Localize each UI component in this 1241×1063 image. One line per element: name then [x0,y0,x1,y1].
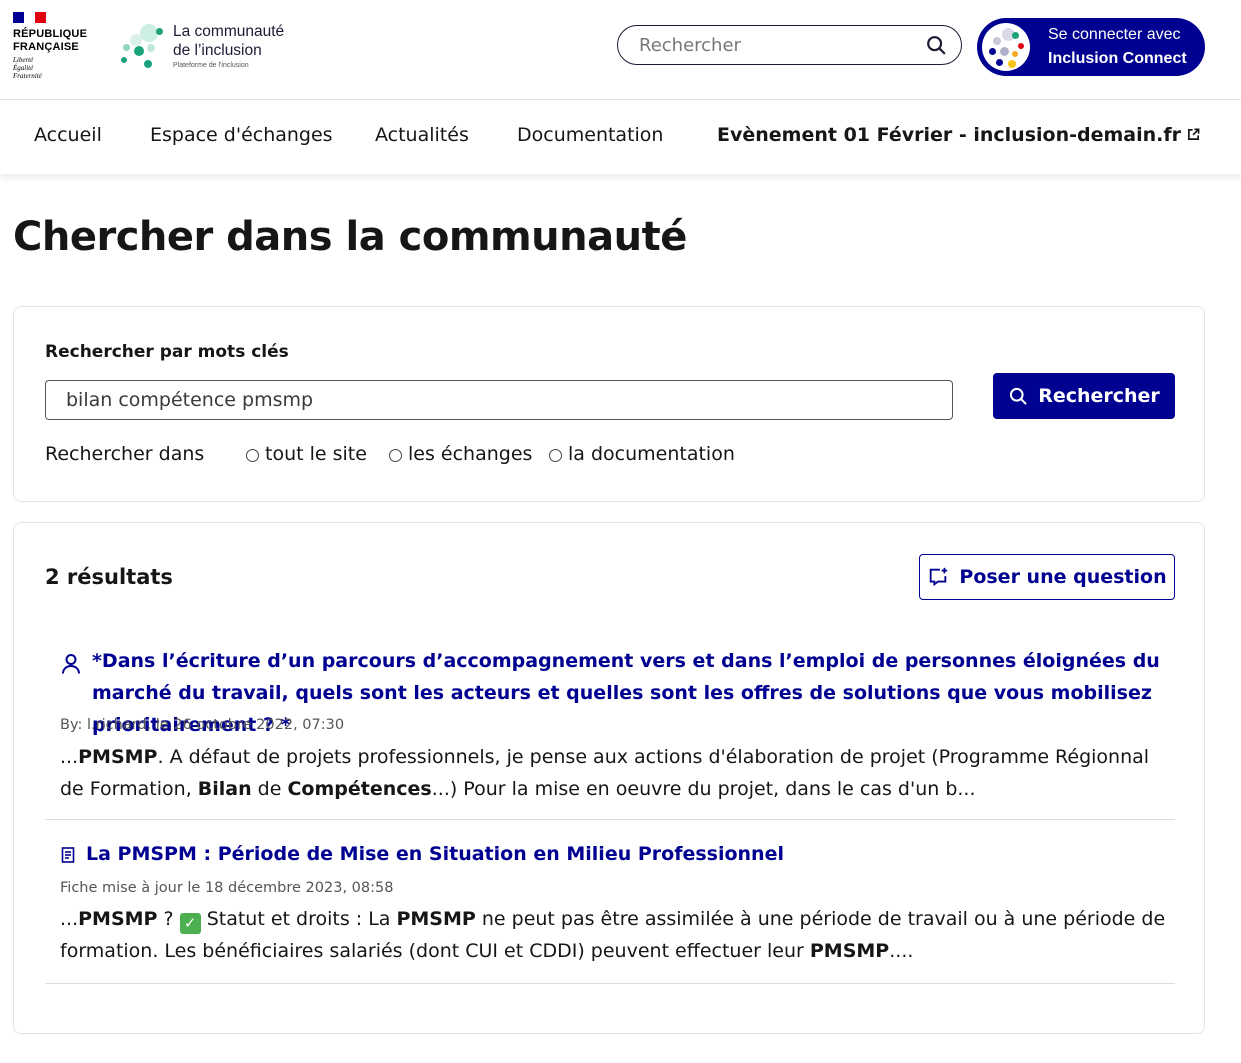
nav-item-actualites[interactable]: Actualités [375,124,469,146]
result-meta: By: l.richard, le 26 octobre 2022, 07:30 [60,717,345,733]
result-meta: Fiche mise à jour le 18 décembre 2023, 0… [60,880,394,896]
connect-label-line2: Inclusion Connect [1048,50,1187,67]
nav-item-accueil[interactable]: Accueil [34,124,102,146]
search-icon[interactable] [925,34,947,56]
scope-radio-les-echanges[interactable]: les échanges [389,443,532,465]
gov-motto: Liberté Égalité Fraternité [13,56,103,80]
search-submit-label: Rechercher [1038,385,1160,407]
radio-circle-icon [549,449,562,462]
scope-radio-label: la documentation [568,443,735,465]
keywords-input[interactable] [45,380,953,420]
nav-item-evenement[interactable]: Evènement 01 Février - inclusion-demain.… [717,124,1200,146]
republique-francaise-logo[interactable]: RÉPUBLIQUE FRANÇAISE Liberté Égalité Fra… [13,12,103,82]
inclusion-connect-logo-icon [982,23,1030,71]
brand-subtitle: Plateforme de l'inclusion [173,62,249,69]
result-title-link[interactable]: La PMSPM : Période de Mise en Situation … [86,838,784,870]
main-nav: Accueil Espace d'échanges Actualités Doc… [0,100,1241,174]
radio-circle-icon [389,449,402,462]
gov-name-line2: FRANÇAISE [13,41,79,53]
radio-circle-icon [246,449,259,462]
result-excerpt: ...PMSMP ? ✓ Statut et droits : La PMSMP… [60,908,1166,962]
site-header: RÉPUBLIQUE FRANÇAISE Liberté Égalité Fra… [0,0,1241,100]
motto-egalite: Égalité [13,64,34,72]
ask-question-label: Poser une question [959,566,1167,588]
header-search-input[interactable] [639,34,925,56]
result-excerpt: ...PMSMP. A défaut de projets profession… [60,746,1150,800]
gov-name-line1: RÉPUBLIQUE [13,28,88,40]
search-submit-button[interactable]: Rechercher [993,373,1175,419]
external-link-icon [1188,128,1200,140]
ask-question-button[interactable]: Poser une question [919,554,1175,600]
brand-title-line1: La communauté [173,23,285,40]
page-title: Chercher dans la communauté [13,214,687,260]
motto-liberte: Liberté [13,56,34,64]
search-form-card: Rechercher par mots clés Rechercher Rech… [13,306,1205,502]
search-icon [1010,387,1027,405]
result-item: *Dans l’écriture d’un parcours d’accompa… [45,643,1175,820]
scope-radio-tout-le-site[interactable]: tout le site [246,443,367,465]
header-search [617,25,962,65]
result-item: La PMSPM : Période de Mise en Situation … [45,820,1175,984]
french-flag-icon [13,12,46,23]
user-icon [62,654,80,674]
scope-label: Rechercher dans [45,443,205,465]
scope-radio-label: les échanges [408,443,533,465]
keywords-label: Rechercher par mots clés [45,342,289,362]
scope-radio-label: tout le site [265,443,367,465]
brand-dots-icon [120,22,166,70]
motto-fraternite: Fraternité [13,72,42,80]
results-count: 2 résultats [45,565,173,589]
connect-label-line1: Se connecter avec [1048,26,1181,43]
nav-item-evenement-label: Evènement 01 Février - inclusion-demain.… [717,124,1181,146]
nav-item-documentation[interactable]: Documentation [517,124,663,146]
inclusion-connect-button[interactable]: Se connecter avec Inclusion Connect [977,18,1205,76]
nav-item-espace-echanges[interactable]: Espace d'échanges [150,124,333,146]
brand-title-line2: de l’inclusion [173,42,262,59]
question-bubble-icon [930,567,948,587]
check-emoji-icon: ✓ [179,913,201,934]
scope-radio-la-documentation[interactable]: la documentation [549,443,735,465]
results-card: 2 résultats Poser une question *Dans l’é… [13,522,1205,1034]
document-icon [61,847,75,863]
